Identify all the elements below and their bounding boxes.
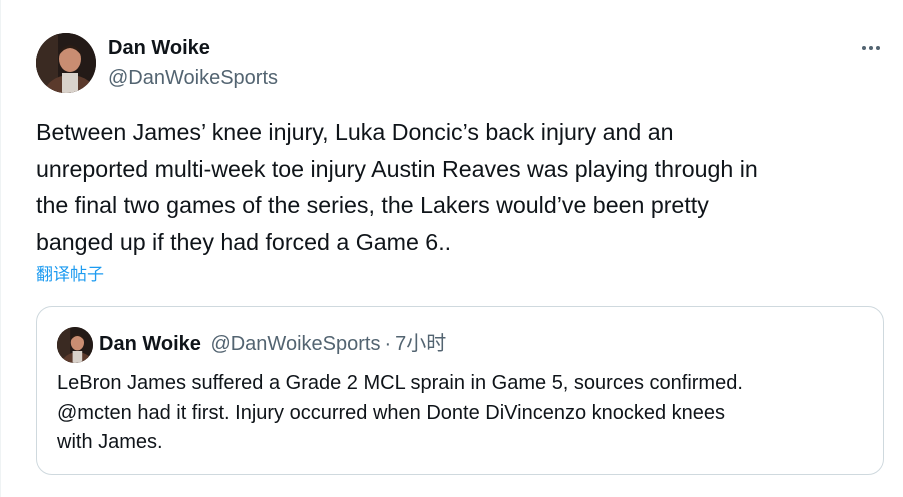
- quoted-header: Dan Woike @DanWoikeSports · 7小时: [99, 331, 446, 357]
- quoted-text: LeBron James suffered a Grade 2 MCL spra…: [57, 372, 743, 453]
- quoted-tweet[interactable]: Dan Woike @DanWoikeSports · 7小时 LeBron Jam…: [36, 306, 884, 475]
- tweet-text: Between James’ knee injury, Luka Doncic’…: [36, 119, 758, 255]
- author-handle[interactable]: @DanWoikeSports: [108, 66, 278, 90]
- translate-post-link[interactable]: 翻译帖子: [36, 263, 104, 287]
- more-horizontal-icon: [861, 46, 882, 50]
- quoted-timestamp: 7小时: [395, 333, 447, 355]
- author-name[interactable]: Dan Woike: [108, 36, 210, 60]
- quoted-author-name: Dan Woike: [99, 333, 201, 355]
- quoted-separator: ·: [384, 333, 392, 355]
- quoted-author-handle: @DanWoikeSports: [210, 333, 381, 355]
- author-avatar[interactable]: [36, 33, 96, 93]
- tweet-card: Dan Woike @DanWoikeSports Between James’…: [0, 0, 903, 497]
- quoted-author-avatar: [57, 327, 93, 363]
- more-options-button[interactable]: [853, 34, 889, 62]
